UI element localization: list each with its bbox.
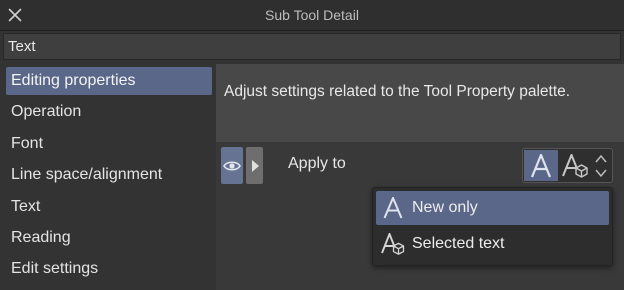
apply-to-select[interactable]	[522, 148, 613, 183]
sidebar-item-editing-properties[interactable]: Editing properties	[6, 67, 212, 95]
sidebar-item-edit-settings[interactable]: Edit settings	[6, 255, 212, 283]
mode-new-only-button[interactable]	[524, 150, 558, 181]
dropdown-option-label: New only	[412, 199, 478, 216]
sidebar-item-line-space-alignment[interactable]: Line space/alignment	[6, 161, 212, 189]
expand-button[interactable]	[246, 147, 263, 184]
play-arrow-icon	[251, 159, 259, 172]
selected-text-icon	[381, 233, 405, 255]
sidebar-item-reading[interactable]: Reading	[6, 224, 212, 252]
apply-to-label: Apply to	[288, 155, 346, 172]
dropdown-option-selected-text[interactable]: Selected text	[376, 227, 609, 261]
window-title: Sub Tool Detail	[265, 7, 359, 23]
apply-to-dropdown-menu: New only Selected text	[372, 187, 613, 266]
dropdown-option-label: Selected text	[412, 235, 505, 252]
eye-toggle-button[interactable]	[221, 147, 243, 184]
sidebar-item-operation[interactable]: Operation	[6, 98, 212, 126]
text-a-icon	[383, 197, 403, 219]
selected-text-icon	[562, 154, 588, 178]
description-panel: Adjust settings related to the Tool Prop…	[216, 64, 624, 142]
mode-selected-text-button[interactable]	[560, 151, 590, 181]
text-a-icon	[530, 153, 552, 177]
tool-name-field[interactable]: Text	[3, 33, 621, 60]
sidebar: Editing properties Operation Font Line s…	[0, 64, 214, 290]
sidebar-item-text[interactable]: Text	[6, 193, 212, 221]
sidebar-item-font[interactable]: Font	[6, 130, 212, 158]
dropdown-option-new-only[interactable]: New only	[376, 191, 609, 225]
eye-icon	[223, 161, 241, 170]
mode-stepper[interactable]	[593, 152, 609, 180]
chevron-updown-icon	[595, 154, 607, 178]
title-bar: Sub Tool Detail	[0, 0, 624, 31]
sub-tool-detail-window: Sub Tool Detail Text Editing properties …	[0, 0, 624, 290]
description-text: Adjust settings related to the Tool Prop…	[224, 83, 571, 100]
